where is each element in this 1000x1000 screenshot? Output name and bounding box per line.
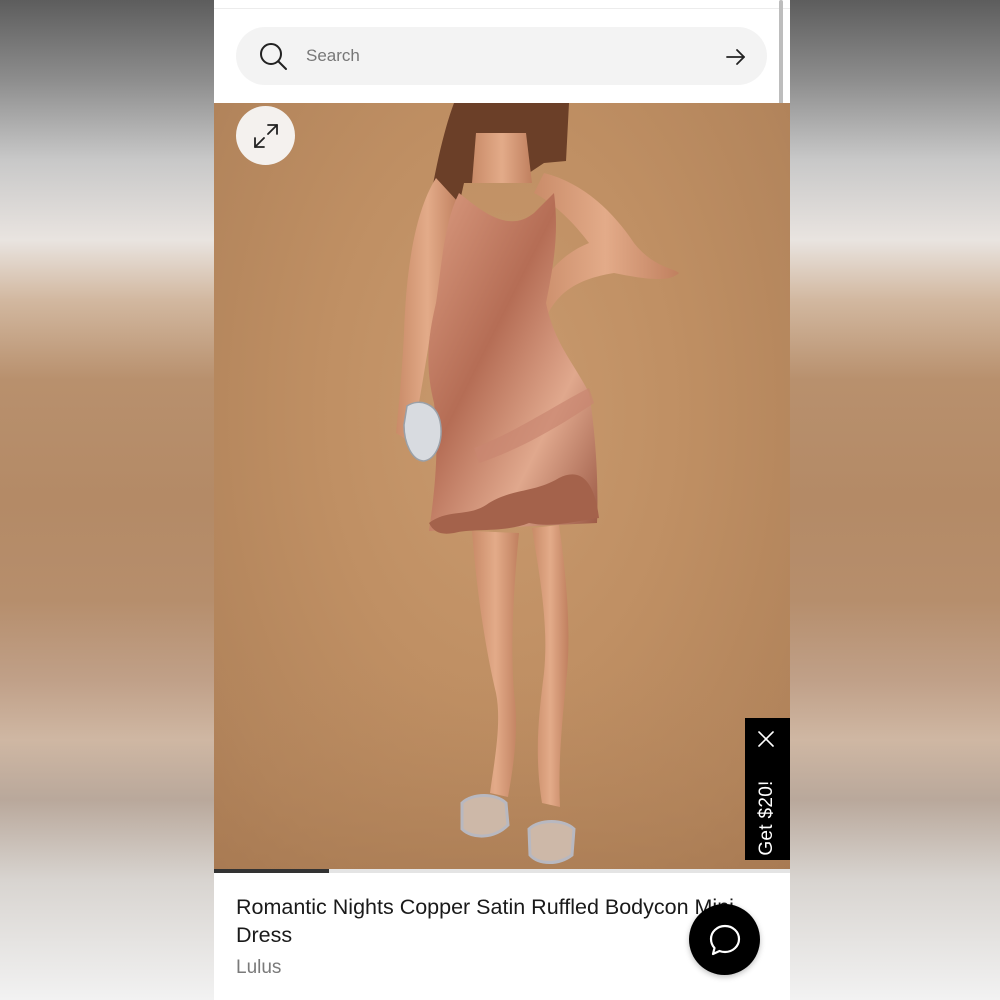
header-divider: [214, 8, 790, 9]
chat-bubble-icon: [709, 924, 740, 955]
search-icon[interactable]: [258, 41, 288, 71]
arrow-right-icon[interactable]: [725, 46, 747, 68]
product-brand[interactable]: Lulus: [236, 957, 281, 979]
chat-button[interactable]: [689, 904, 760, 975]
product-photo-model: [214, 103, 790, 871]
product-image[interactable]: Get $20!: [214, 103, 790, 871]
expand-icon: [253, 123, 278, 148]
search-input[interactable]: [306, 41, 706, 71]
product-page: Get $20! Romantic Nights Copper Satin Ru…: [214, 0, 790, 1000]
image-progress-indicator: [214, 869, 330, 873]
product-title: Romantic Nights Copper Satin Ruffled Bod…: [236, 895, 734, 947]
close-icon[interactable]: [758, 731, 774, 747]
search-bar[interactable]: [236, 27, 767, 85]
expand-image-button[interactable]: [236, 106, 295, 165]
promo-label[interactable]: Get $20!: [756, 780, 778, 855]
promo-tab[interactable]: Get $20!: [745, 718, 790, 860]
image-progress-track: [214, 869, 790, 873]
